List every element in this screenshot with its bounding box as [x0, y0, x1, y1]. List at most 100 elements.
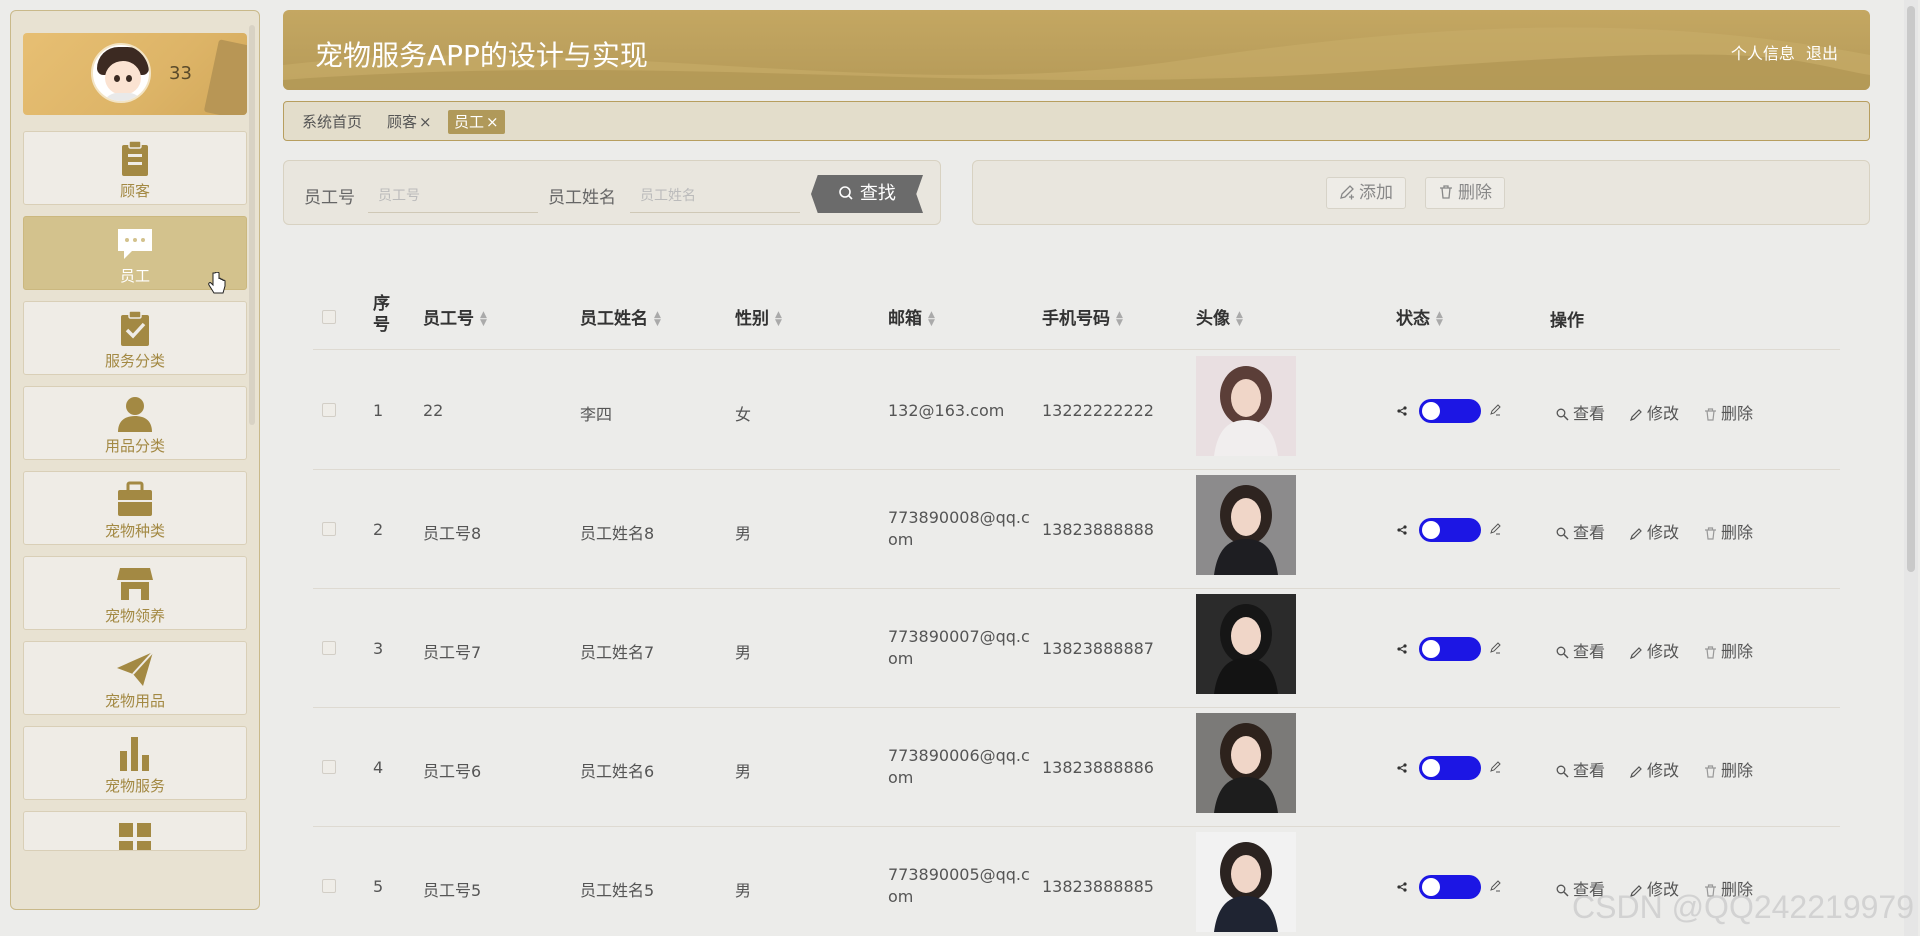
logout-link[interactable]: 退出	[1806, 44, 1838, 63]
close-icon[interactable]: ×	[486, 113, 499, 131]
tag-employee[interactable]: 员工 ×	[448, 110, 505, 134]
sidebar-item-pet-type[interactable]: 宠物种类	[23, 471, 247, 545]
delete-row-button[interactable]: 删除	[1704, 519, 1753, 543]
edit-label: 修改	[1647, 404, 1680, 423]
emp-name-label: 员工姓名	[548, 188, 616, 208]
tag-label: 顾客	[387, 113, 418, 131]
status-toggle[interactable]	[1419, 518, 1481, 542]
cell-email: 773890008@qq.c	[888, 508, 1030, 527]
sort-icon[interactable]: ▲ ▼	[1236, 311, 1243, 328]
avatar-photo[interactable]	[1196, 594, 1296, 694]
cell-emp-name: 员工姓名5	[580, 881, 655, 900]
pen-icon[interactable]	[1489, 404, 1501, 416]
pen-icon[interactable]	[1489, 761, 1501, 773]
sidebar-item-pet-adoption[interactable]: 宠物领养	[23, 556, 247, 630]
cell-gender: 女	[735, 405, 752, 424]
avatar-photo[interactable]	[1196, 475, 1296, 575]
view-button[interactable]: 查看	[1556, 638, 1605, 662]
delete-row-button[interactable]: 删除	[1704, 638, 1753, 662]
edit-label: 修改	[1647, 761, 1680, 780]
page-scrollbar[interactable]	[1904, 0, 1918, 936]
col-gender[interactable]: 性别 ▲ ▼	[735, 304, 782, 329]
share-icon[interactable]	[1397, 882, 1407, 892]
sort-icon[interactable]: ▲ ▼	[480, 311, 487, 328]
col-emp-no[interactable]: 员工号 ▲ ▼	[423, 304, 487, 329]
sidebar-item-label: 顾客	[119, 182, 150, 200]
sidebar-item-more[interactable]	[23, 811, 247, 851]
cell-gender: 男	[735, 524, 752, 543]
sort-icon[interactable]: ▲ ▼	[1116, 311, 1123, 328]
user-icon	[118, 397, 152, 432]
sidebar-item-service-category[interactable]: 服务分类	[23, 301, 247, 375]
sidebar-item-label: 用品分类	[104, 437, 165, 455]
cell-phone: 13823888886	[1042, 758, 1154, 777]
status-toggle[interactable]	[1419, 756, 1481, 780]
col-label: 性别	[735, 309, 769, 329]
profile-link[interactable]: 个人信息	[1731, 44, 1795, 63]
col-label: 状态	[1396, 309, 1430, 329]
delete-row-button[interactable]: 删除	[1704, 757, 1753, 781]
cell-emp-name: 李四	[580, 405, 613, 424]
share-icon[interactable]	[1397, 525, 1407, 535]
sidebar-item-supply-category[interactable]: 用品分类	[23, 386, 247, 460]
edit-button[interactable]: 修改	[1630, 400, 1679, 424]
pen-icon[interactable]	[1489, 523, 1501, 535]
page-scrollbar-thumb[interactable]	[1907, 6, 1915, 572]
delete-button[interactable]: 删除	[1425, 177, 1505, 209]
sort-icon[interactable]: ▲ ▼	[654, 311, 661, 328]
search-icon	[1556, 408, 1569, 421]
view-label: 查看	[1573, 642, 1606, 661]
avatar[interactable]	[91, 43, 151, 103]
sidebar-item-pet-service[interactable]: 宠物服务	[23, 726, 247, 800]
cell-index: 3	[373, 639, 384, 658]
emp-no-input[interactable]	[368, 179, 538, 213]
sidebar-item-pet-supplies[interactable]: 宠物用品	[23, 641, 247, 715]
tag-customer[interactable]: 顾客 ×	[381, 110, 438, 134]
view-button[interactable]: 查看	[1556, 400, 1605, 424]
col-phone[interactable]: 手机号码 ▲ ▼	[1042, 304, 1123, 329]
row-checkbox[interactable]	[322, 403, 336, 417]
col-email[interactable]: 邮箱 ▲ ▼	[888, 304, 935, 329]
col-emp-name[interactable]: 员工姓名 ▲ ▼	[580, 304, 661, 329]
edit-button[interactable]: 修改	[1630, 638, 1679, 662]
avatar-photo[interactable]	[1196, 713, 1296, 813]
avatar-photo[interactable]	[1196, 356, 1296, 456]
delete-row-button[interactable]: 删除	[1704, 400, 1753, 424]
pen-icon[interactable]	[1489, 642, 1501, 654]
col-label: 邮箱	[888, 309, 922, 329]
user-card: 33	[23, 33, 247, 115]
status-toggle[interactable]	[1419, 875, 1481, 899]
share-icon[interactable]	[1397, 406, 1407, 416]
row-checkbox[interactable]	[322, 879, 336, 893]
pen-icon[interactable]	[1489, 880, 1501, 892]
tag-home[interactable]: 系统首页	[296, 110, 368, 134]
search-button[interactable]: 查找	[811, 175, 923, 213]
sort-icon[interactable]: ▲ ▼	[1436, 311, 1443, 328]
select-all-checkbox[interactable]	[322, 310, 336, 324]
sort-icon[interactable]: ▲ ▼	[775, 311, 782, 328]
view-button[interactable]: 查看	[1556, 757, 1605, 781]
emp-name-input[interactable]	[630, 179, 800, 213]
sidebar-scrollbar[interactable]	[249, 25, 255, 425]
edit-label: 修改	[1647, 642, 1680, 661]
status-toggle[interactable]	[1419, 399, 1481, 423]
row-checkbox[interactable]	[322, 522, 336, 536]
sidebar: 33 顾客 员工 服务分类 用品分类 宠物种类 宠物领养 宠物用品 宠物服务	[10, 10, 260, 910]
status-toggle[interactable]	[1419, 637, 1481, 661]
share-icon[interactable]	[1397, 763, 1407, 773]
col-avatar[interactable]: 头像 ▲ ▼	[1196, 304, 1243, 329]
edit-button[interactable]: 修改	[1630, 519, 1679, 543]
edit-button[interactable]: 修改	[1630, 757, 1679, 781]
close-icon[interactable]: ×	[419, 113, 432, 131]
row-checkbox[interactable]	[322, 641, 336, 655]
share-icon[interactable]	[1397, 644, 1407, 654]
table-row: 3 员工号7 员工姓名7 男 773890007@qq.c om 1382388…	[313, 589, 1840, 708]
add-button[interactable]: 添加	[1326, 177, 1406, 209]
sidebar-item-customer[interactable]: 顾客	[23, 131, 247, 205]
avatar-photo[interactable]	[1196, 832, 1296, 932]
row-checkbox[interactable]	[322, 760, 336, 774]
sort-icon[interactable]: ▲ ▼	[928, 311, 935, 328]
col-label: 员工姓名	[580, 309, 648, 329]
col-status[interactable]: 状态 ▲ ▼	[1396, 304, 1443, 329]
view-button[interactable]: 查看	[1556, 519, 1605, 543]
